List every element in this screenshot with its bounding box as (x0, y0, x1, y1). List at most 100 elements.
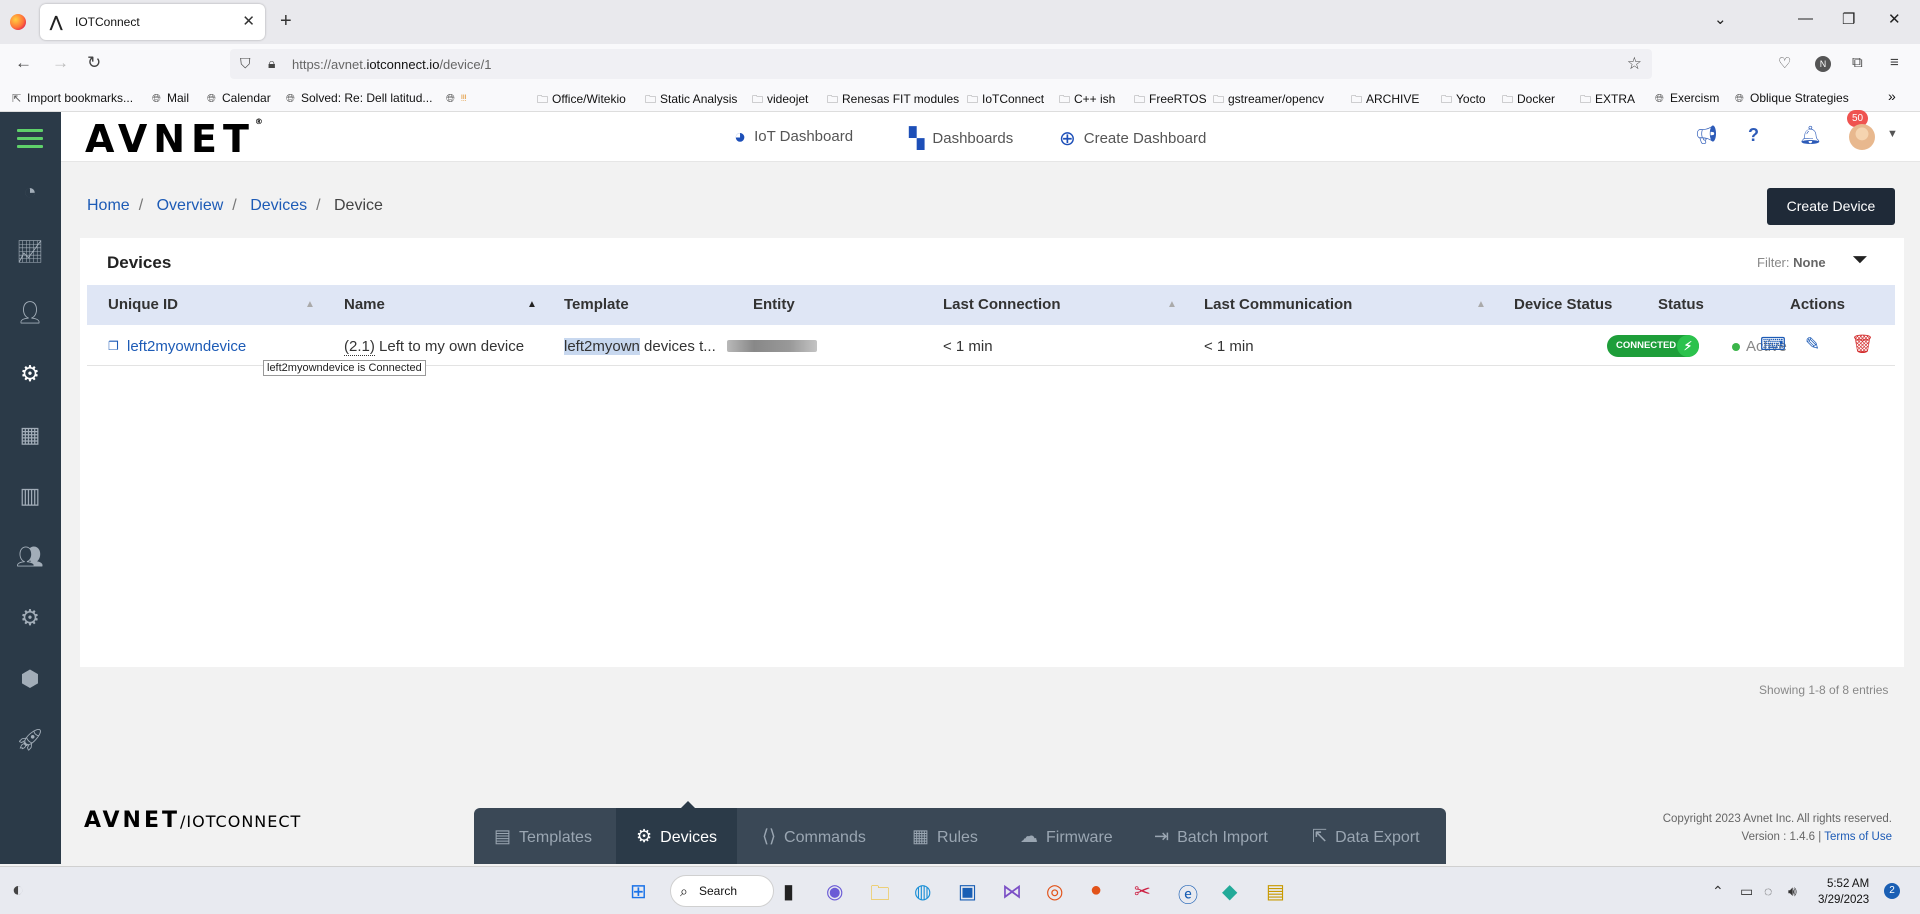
firefox-icon[interactable] (10, 14, 26, 30)
bookmark-item[interactable]: 🗀 videojet (752, 91, 808, 110)
notification-count-badge[interactable]: 2 (1884, 883, 1900, 899)
tab-commands[interactable]: ⟨⟩ Commands (762, 808, 866, 864)
device-unique-id-link[interactable]: left2myowndevice (127, 338, 246, 355)
bookmark-item[interactable]: 🗀 Docker (1502, 91, 1555, 110)
teams-icon[interactable]: ◉ (826, 879, 843, 904)
bookmark-item[interactable]: 🗀 FreeRTOS (1134, 91, 1207, 110)
minimize-icon[interactable]: — (1798, 10, 1813, 27)
snipping-tool-icon[interactable]: ✂ (1134, 879, 1151, 904)
shield-icon[interactable]: ⛉ (240, 55, 251, 72)
tab-devices[interactable]: ⚙︎ Devices (616, 808, 738, 864)
taskbar-search[interactable]: ⌕ Search (670, 875, 774, 907)
account-icon[interactable]: N (1815, 56, 1831, 72)
sort-icon[interactable]: ▲ (305, 299, 315, 310)
bookmark-item[interactable]: 🗀 Renesas FIT modules (827, 91, 959, 110)
users-group-icon[interactable]: 👥︎ (14, 544, 46, 574)
extensions-icon[interactable]: ⧉ (1852, 54, 1863, 71)
pocket-icon[interactable]: ♡ (1778, 54, 1791, 72)
restore-icon[interactable]: ❐ (1842, 10, 1855, 28)
reload-icon[interactable]: ↻ (87, 53, 101, 73)
bookmark-item[interactable]: 🗀 EXTRA (1580, 91, 1635, 110)
bookmark-item[interactable]: 🌐︎ Oblique Strategies (1735, 91, 1849, 106)
git-icon[interactable]: ◆ (1222, 879, 1237, 904)
e2-studio-icon[interactable]: ⓔ (1178, 879, 1198, 908)
store-icon[interactable]: ▣ (958, 879, 977, 904)
bookmark-item[interactable]: 🗀 C++ ish (1059, 91, 1115, 110)
avatar[interactable] (1849, 124, 1875, 150)
new-tab-icon[interactable]: + (280, 10, 292, 33)
bookmark-item[interactable]: 🗀 ARCHIVE (1351, 91, 1419, 110)
url-text[interactable]: https://avnet.iotconnect.io/device/1 (292, 57, 491, 72)
col-last-connection[interactable]: Last Connection (943, 296, 1061, 313)
close-tab-icon[interactable]: ✕ (242, 12, 255, 30)
bookmark-item[interactable]: 🗀 Static Analysis (645, 91, 737, 110)
edge-icon[interactable]: ◍ (914, 879, 931, 904)
nav-create-dashboard[interactable]: ⊕ Create Dashboard (1059, 126, 1206, 151)
more-bookmarks-icon[interactable]: » (1888, 88, 1896, 104)
calendar-icon[interactable]: ▦ (14, 422, 46, 452)
volume-icon[interactable]: 🔊︎ (1788, 883, 1797, 900)
rocket-icon[interactable]: 🚀︎ (14, 727, 46, 757)
copy-icon[interactable]: ❐ (108, 339, 119, 353)
firefox-taskbar-icon[interactable]: ● (1090, 879, 1102, 902)
tray-chevron-icon[interactable]: ⌃ (1712, 883, 1724, 900)
device-info-icon[interactable]: ⌨︎ (1760, 334, 1786, 355)
user-icon[interactable]: 👤︎ (14, 300, 46, 330)
bookmark-item[interactable]: 🌐︎ Exercism (1655, 91, 1719, 106)
tab-batch-import[interactable]: ⇥ Batch Import (1154, 808, 1268, 864)
menu-icon[interactable]: ≡ (1890, 54, 1899, 71)
tab-data-export[interactable]: ⇱ Data Export (1312, 808, 1420, 864)
nav-iot-dashboard[interactable]: ◕ IoT Dashboard (734, 126, 853, 149)
col-last-communication[interactable]: Last Communication (1204, 296, 1352, 313)
list-all-tabs-icon[interactable]: ⌄ (1714, 10, 1727, 28)
create-device-button[interactable]: Create Device (1767, 188, 1895, 225)
tab-templates[interactable]: ▤ Templates (494, 808, 592, 864)
device-chip-icon[interactable]: ⚙︎ (14, 361, 46, 391)
bookmark-item[interactable]: ⇱ Import bookmarks... (12, 91, 133, 105)
terminal-app-icon[interactable]: ▤ (1266, 879, 1285, 904)
breadcrumb-overview[interactable]: Overview (157, 197, 224, 214)
settings-gear-icon[interactable]: ⚙ (14, 605, 46, 635)
edit-icon[interactable]: ✎ (1805, 334, 1820, 355)
breadcrumb-home[interactable]: Home (87, 197, 130, 214)
tab-firmware[interactable]: ☁ Firmware (1020, 808, 1113, 864)
sort-icon[interactable]: ▲ (1167, 299, 1177, 310)
help-icon[interactable]: ? (1748, 125, 1759, 146)
breadcrumb-devices[interactable]: Devices (250, 197, 307, 214)
building-icon[interactable]: ▥ (14, 483, 46, 513)
sort-icon[interactable]: ▲ (1476, 299, 1486, 310)
cubes-icon[interactable]: ⬢ (14, 666, 46, 696)
taskbar-clock[interactable]: 5:52 AM 3/29/2023 (1818, 876, 1869, 908)
bookmark-item[interactable]: 🗀 gstreamer/opencv (1213, 91, 1324, 110)
display-icon[interactable]: ▭ (1740, 883, 1753, 900)
chevron-down-icon[interactable]: ▼ (1887, 128, 1898, 140)
bookmark-item[interactable]: 🌐︎ ᵎᵎᵎ (446, 91, 467, 106)
bookmark-item[interactable]: 🌐︎ Calendar (207, 91, 271, 106)
sort-asc-icon[interactable]: ▲ (527, 299, 537, 310)
bookmark-item[interactable]: 🌐︎ Mail (152, 91, 189, 106)
bookmark-item[interactable]: 🗀 Office/Witekio (537, 91, 626, 110)
close-window-icon[interactable]: ✕ (1888, 10, 1901, 28)
task-view-icon[interactable]: ▮ (783, 879, 794, 904)
analytics-chart-icon[interactable]: 📈︎ (14, 239, 46, 269)
delete-icon[interactable]: 🗑︎ (1851, 334, 1874, 355)
windows-start-icon[interactable]: ⊞ (630, 879, 647, 904)
bookmark-item[interactable]: 🗀 IoTConnect (967, 91, 1044, 110)
url-bar[interactable]: ⛉ 🔒︎ https://avnet.iotconnect.io/device/… (230, 49, 1652, 79)
bookmark-star-icon[interactable]: ☆ (1627, 54, 1642, 74)
bookmark-item[interactable]: 🌐︎ Solved: Re: Dell latitud... (286, 91, 432, 106)
widgets-icon[interactable]: ◐ (12, 879, 24, 902)
filter-icon[interactable]: ⏷ (1852, 249, 1868, 272)
network-icon[interactable]: ◌ (1764, 883, 1772, 899)
bell-icon[interactable]: 🔔︎ (1799, 125, 1822, 146)
ubuntu-icon[interactable]: ◎ (1046, 879, 1063, 904)
browser-tab[interactable]: ⋀ IOTConnect ✕ (40, 4, 265, 40)
col-name[interactable]: Name (344, 296, 385, 313)
col-unique-id[interactable]: Unique ID (108, 296, 178, 313)
megaphone-icon[interactable]: 📢︎ (1695, 125, 1718, 146)
bookmark-item[interactable]: 🗀 Yocto (1441, 91, 1486, 110)
lock-icon[interactable]: 🔒︎ (268, 55, 275, 72)
nav-dashboards[interactable]: ▚ Dashboards (909, 126, 1013, 151)
forward-icon[interactable]: → (52, 53, 69, 73)
back-icon[interactable]: ← (15, 53, 32, 73)
